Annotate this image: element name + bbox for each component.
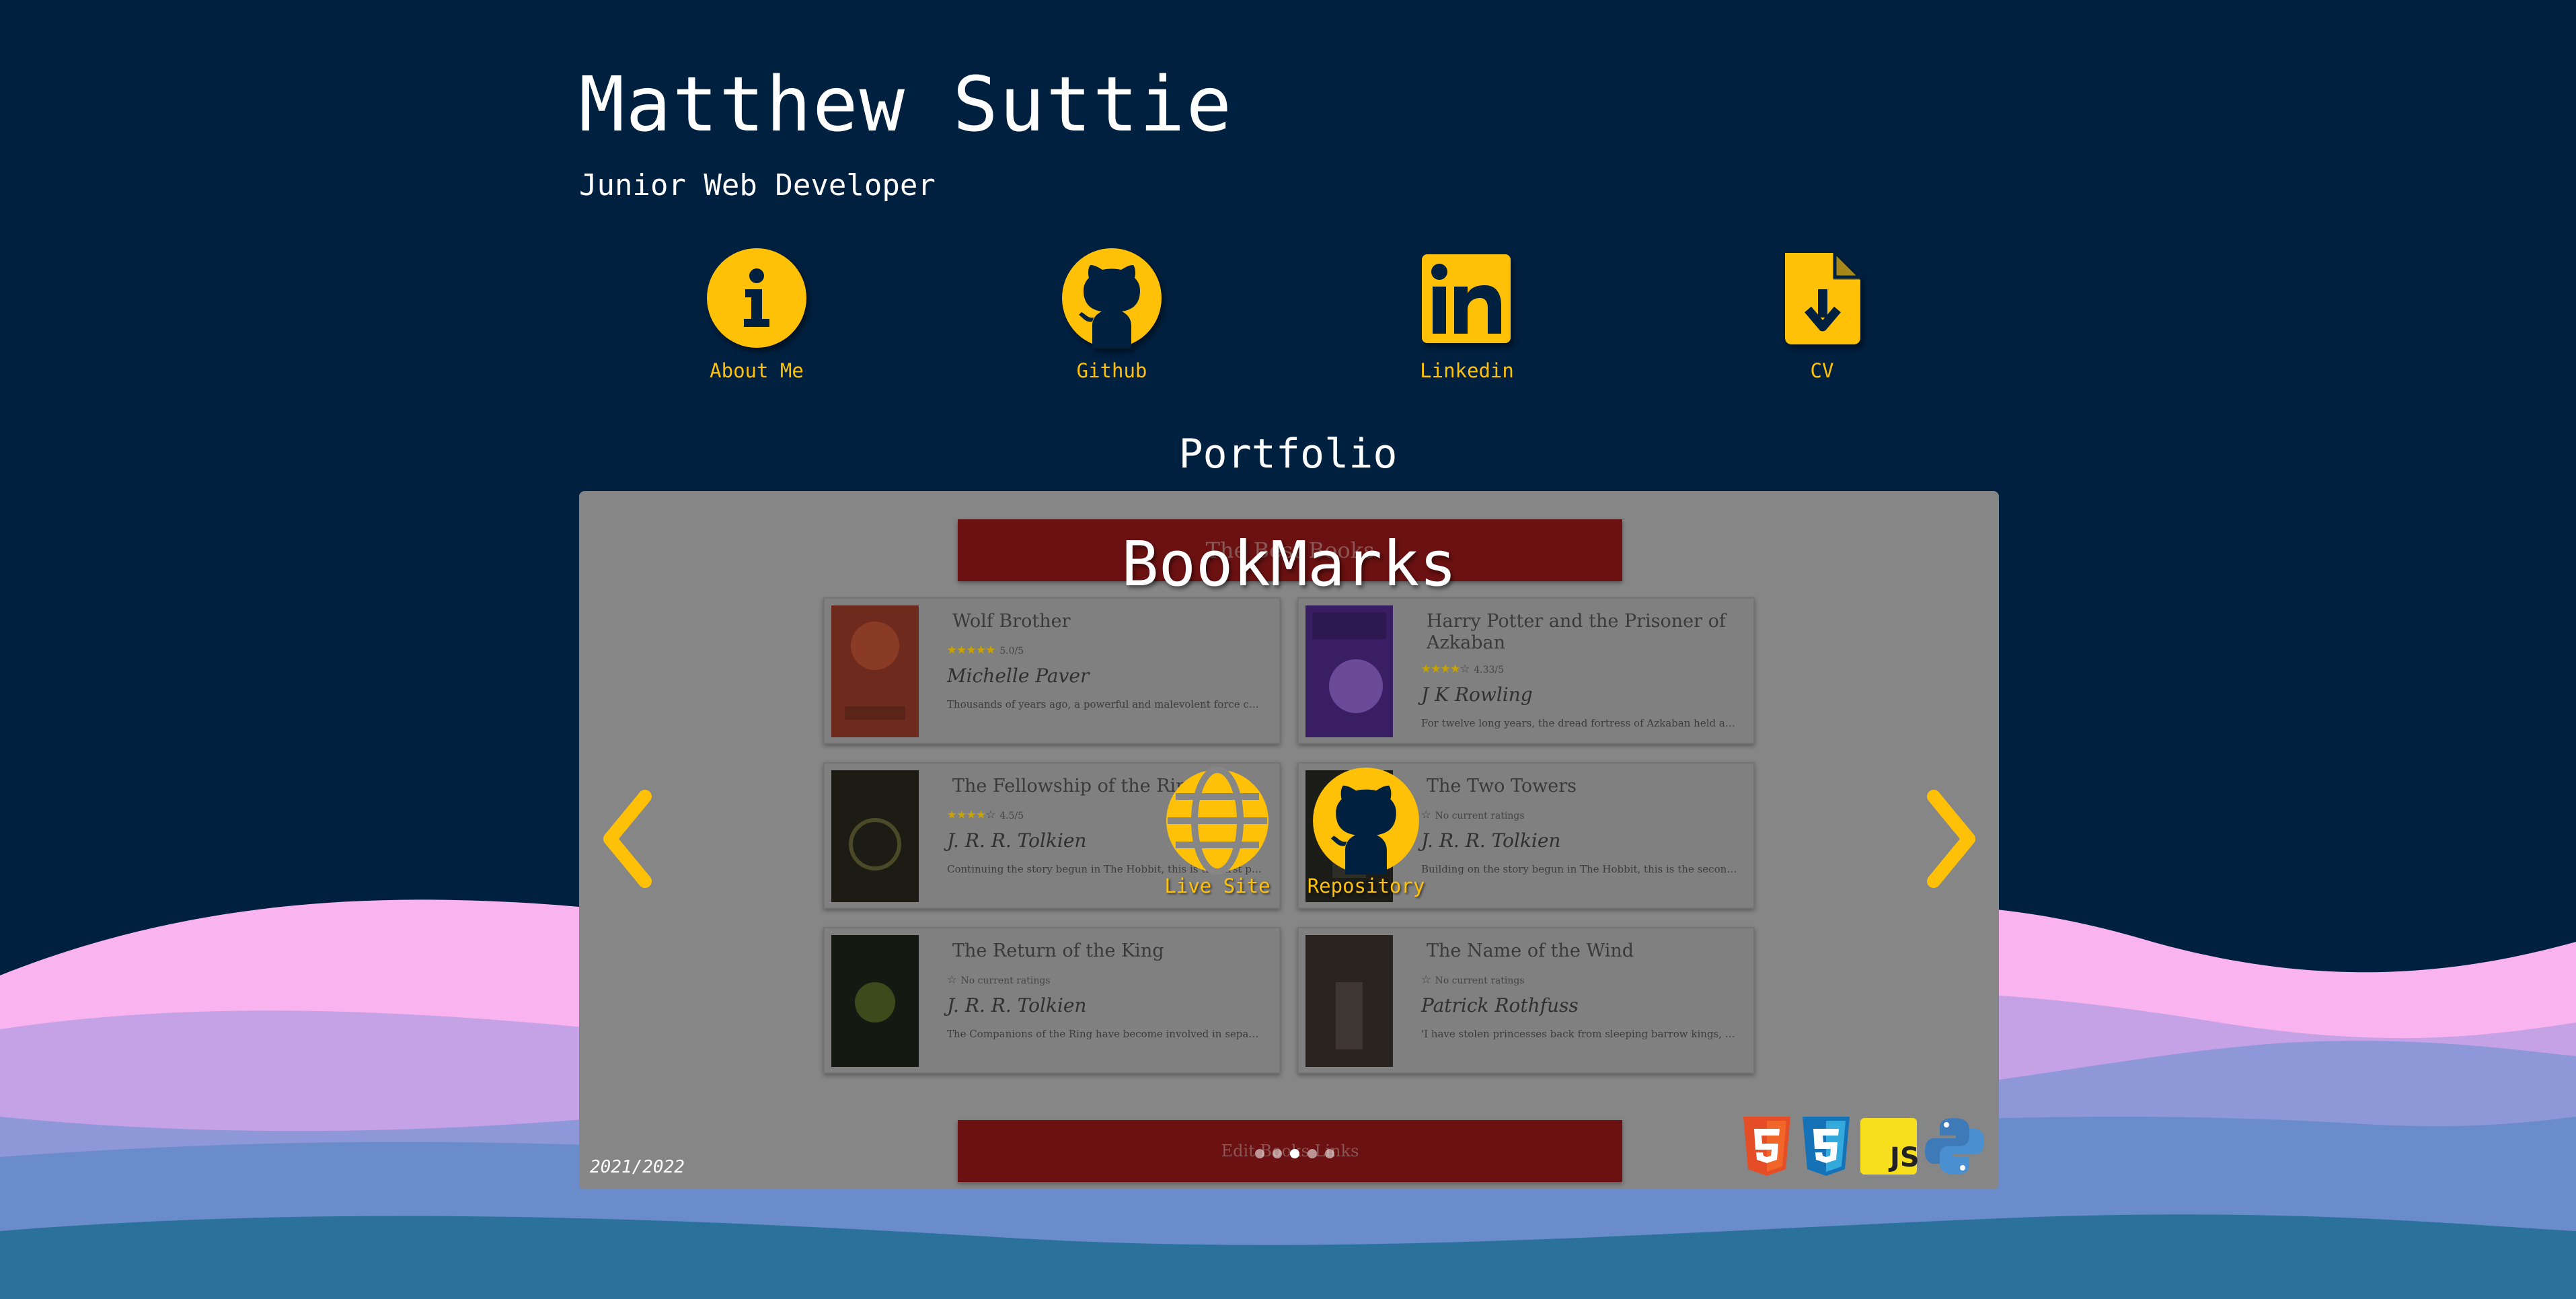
cv-label: CV (1810, 359, 1834, 382)
js-icon-text: JS (1888, 1142, 1918, 1173)
rating-value: No current ratings (1435, 811, 1525, 821)
book-title: Harry Potter and the Prisoner of Azkaban (1427, 611, 1726, 653)
github-label: Github (1076, 359, 1147, 382)
file-download-icon (1785, 253, 1860, 344)
rating-value: No current ratings (1435, 975, 1525, 986)
carousel-dot[interactable] (1325, 1149, 1334, 1158)
book-author: J K Rowling (1421, 683, 1533, 706)
book-description: For twelve long years, the dread fortres… (1421, 717, 1737, 729)
book-description: Building on the story begun in The Hobbi… (1421, 863, 1737, 875)
portfolio-heading: Portfolio (1178, 431, 1398, 478)
repository-link[interactable]: Repository (1299, 767, 1433, 897)
book-card: The Name of the Wind ☆ No current ratings… (1297, 927, 1755, 1074)
book-rating: ☆ No current ratings (1421, 969, 1525, 988)
book-description: The Companions of the Ring have become i… (947, 1028, 1263, 1040)
book-author: J. R. R. Tolkien (947, 829, 1087, 852)
css3-icon (1803, 1117, 1850, 1176)
book-description: Thousands of years ago, a powerful and m… (947, 698, 1263, 710)
book-rating: ★★★★☆ 4.5/5 (947, 804, 1024, 823)
carousel-dot[interactable] (1273, 1149, 1282, 1158)
book-author: J. R. R. Tolkien (1421, 829, 1561, 852)
book-title: The Return of the King (952, 940, 1164, 961)
book-cover-name-of-the-wind (1305, 935, 1393, 1067)
cv-link[interactable]: CV (1721, 248, 1923, 382)
site-name: Matthew Suttie (579, 61, 1234, 149)
rating-value: 4.33/5 (1474, 665, 1505, 675)
github-icon (1062, 248, 1162, 348)
book-cover-fellowship (831, 770, 919, 902)
chevron-right-icon[interactable] (1922, 788, 1982, 889)
chevron-left-icon[interactable] (597, 788, 657, 889)
book-author: Michelle Paver (947, 665, 1090, 687)
github-icon (1313, 768, 1419, 875)
book-title: The Two Towers (1427, 776, 1577, 796)
globe-icon (1166, 767, 1268, 875)
rating-value: No current ratings (960, 975, 1051, 986)
info-circle-icon (707, 248, 806, 348)
rating-value: 4.5/5 (999, 811, 1024, 821)
project-date: 2021/2022 (590, 1157, 685, 1177)
book-rating: ☆ No current ratings (947, 969, 1051, 988)
python-icon (1925, 1118, 1984, 1175)
repository-label: Repository (1307, 875, 1425, 897)
live-site-link[interactable]: Live Site (1157, 767, 1278, 897)
book-description: 'I have stolen princesses back from slee… (1421, 1028, 1737, 1040)
book-cover-return-of-the-king (831, 935, 919, 1067)
js-icon: JS (1860, 1118, 1918, 1175)
carousel-dot-active[interactable] (1290, 1149, 1299, 1158)
book-card: The Return of the King ☆ No current ratin… (823, 927, 1281, 1074)
book-cover-wolf-brother (831, 605, 919, 737)
live-site-label: Live Site (1164, 875, 1271, 897)
portfolio-carousel: The Best Books Wolf Brother ★★★★★ 5.0/5 M… (579, 491, 1999, 1189)
github-link[interactable]: Github (1011, 248, 1213, 382)
linkedin-icon (1422, 254, 1511, 343)
book-card: Wolf Brother ★★★★★ 5.0/5 Michelle Paver T… (823, 597, 1281, 744)
html5-icon (1743, 1117, 1790, 1176)
carousel-dot[interactable] (1308, 1149, 1317, 1158)
book-rating: ☆ No current ratings (1421, 804, 1525, 823)
about-me-label: About Me (710, 359, 804, 382)
book-rating: ★★★★★ 5.0/5 (947, 639, 1024, 658)
tagline: Junior Web Developer (579, 168, 936, 202)
about-me-link[interactable]: About Me (656, 248, 858, 382)
book-card: Harry Potter and the Prisoner of Azkaban… (1297, 597, 1755, 744)
book-author: Patrick Rothfuss (1421, 994, 1579, 1016)
linkedin-label: Linkedin (1420, 359, 1514, 382)
project-title: BookMarks (1121, 528, 1457, 600)
carousel-dot[interactable] (1255, 1149, 1264, 1158)
header: Matthew Suttie Junior Web Developer (579, 61, 1233, 202)
book-rating: ★★★★☆ 4.33/5 (1421, 658, 1505, 677)
book-author: J. R. R. Tolkien (947, 994, 1087, 1016)
book-title: The Name of the Wind (1427, 940, 1634, 961)
rating-value: 5.0/5 (999, 646, 1024, 657)
linkedin-link[interactable]: Linkedin (1366, 248, 1568, 382)
book-title: Wolf Brother (952, 611, 1071, 632)
book-cover-harry-potter (1305, 605, 1393, 737)
social-links: About Me Github Linkedin CV (0, 248, 2576, 396)
